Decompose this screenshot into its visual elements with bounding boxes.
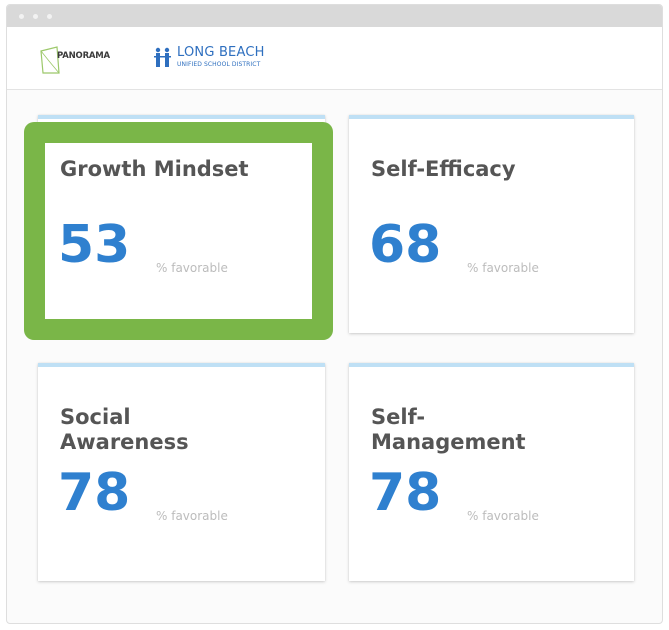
metric-card-social-awareness[interactable]: Social Awareness 78 % favorable [38, 363, 325, 581]
window-close-dot[interactable] [19, 14, 24, 19]
metric-value: 68 [369, 215, 442, 275]
district-subtitle: UNIFIED SCHOOL DISTRICT [177, 61, 261, 68]
metric-value: 53 [58, 215, 131, 275]
metric-unit: % favorable [467, 261, 539, 275]
window-minimize-dot[interactable] [33, 14, 38, 19]
metric-value: 78 [58, 463, 131, 523]
page-header: PANORAMA LONG BEACH UNIFIED SCHOOL DISTR… [7, 27, 662, 90]
window-titlebar [7, 5, 662, 27]
metric-unit: % favorable [156, 509, 228, 523]
metric-value: 78 [369, 463, 442, 523]
browser-window: PANORAMA LONG BEACH UNIFIED SCHOOL DISTR… [6, 4, 663, 624]
panorama-logo-text: PANORAMA [57, 51, 110, 61]
metric-card-self-management[interactable]: Self-Management 78 % favorable [349, 363, 634, 581]
long-beach-logo-icon [154, 47, 171, 67]
metric-card-growth-mindset[interactable]: Growth Mindset 53 % favorable [38, 115, 325, 333]
metric-title: Growth Mindset [60, 157, 249, 181]
metric-unit: % favorable [467, 509, 539, 523]
metric-card-self-efficacy[interactable]: Self-Efficacy 68 % favorable [349, 115, 634, 333]
metric-title: Self-Efficacy [371, 157, 516, 181]
metric-title: Self-Management [371, 405, 526, 454]
district-name: LONG BEACH [177, 45, 265, 60]
window-maximize-dot[interactable] [47, 14, 52, 19]
metric-title: Social Awareness [60, 405, 189, 454]
metric-unit: % favorable [156, 261, 228, 275]
